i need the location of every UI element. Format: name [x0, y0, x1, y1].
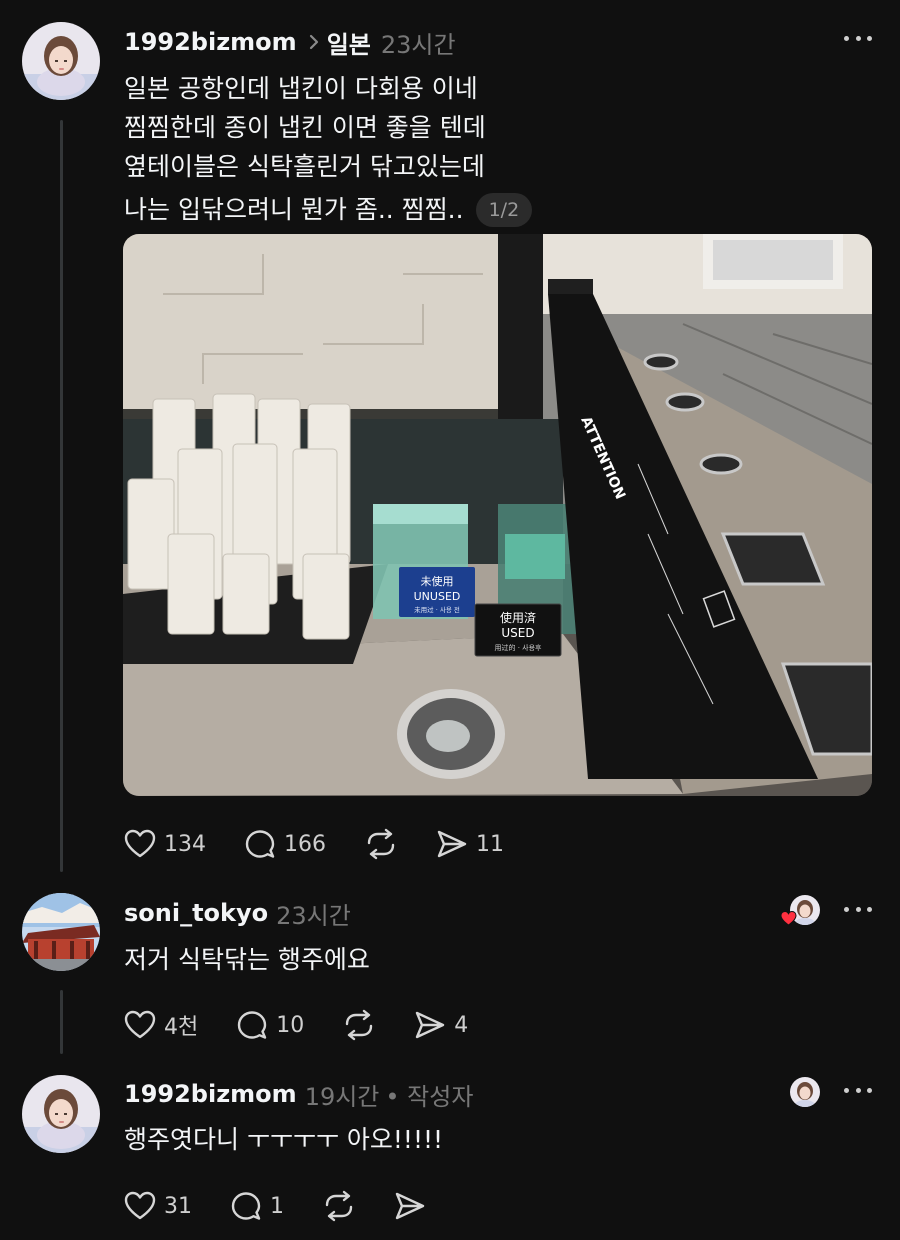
heart-badge-icon	[780, 910, 797, 927]
post-line: 찜찜한데 종이 냅킨 이면 좋을 텐데	[124, 113, 486, 142]
more-options-icon[interactable]	[844, 1085, 872, 1095]
reply-text: 저거 식탁닦는 행주에요	[124, 945, 370, 974]
like-button[interactable]: 134	[124, 829, 206, 859]
repost-button[interactable]	[342, 1009, 376, 1041]
author-tag: • 작성자	[385, 1082, 474, 1111]
topic-tag[interactable]: 일본	[327, 25, 371, 60]
more-options-icon[interactable]	[844, 33, 872, 43]
reply-header: soni_tokyo 23시간	[124, 893, 351, 933]
send-icon	[414, 1010, 446, 1040]
avatar[interactable]	[22, 22, 100, 100]
like-count: 134	[164, 831, 206, 857]
timestamp: 23시간	[380, 30, 456, 59]
comment-bubble-icon	[230, 1190, 262, 1222]
heart-icon	[124, 829, 156, 859]
chevron-right-icon	[307, 33, 321, 51]
used-sign-jp: 使用済	[500, 610, 536, 625]
avatar[interactable]	[22, 893, 100, 971]
post-header: 1992bizmom 일본 23시간	[124, 22, 456, 62]
avatar[interactable]	[22, 1075, 100, 1153]
reply-header: 1992bizmom 19시간 • 작성자	[124, 1074, 473, 1114]
reply-actions: 4천 10 4	[124, 1005, 506, 1045]
used-sign-en: USED	[501, 626, 534, 640]
send-icon	[436, 829, 468, 859]
share-button[interactable]: 4	[414, 1010, 468, 1040]
share-count: 4	[454, 1012, 469, 1038]
unused-sign-en: UNUSED	[414, 590, 461, 603]
repost-icon	[364, 828, 398, 860]
comment-count: 1	[270, 1193, 284, 1219]
comment-bubble-icon	[236, 1009, 268, 1041]
comment-button[interactable]: 1	[230, 1190, 284, 1222]
comment-count: 166	[284, 831, 326, 857]
comment-button[interactable]: 10	[236, 1009, 304, 1041]
more-options-icon[interactable]	[844, 904, 872, 914]
repost-icon	[322, 1190, 356, 1222]
username[interactable]: 1992bizmom	[124, 28, 297, 56]
share-count: 11	[476, 831, 504, 857]
thread-line	[60, 990, 63, 1054]
share-button[interactable]	[394, 1191, 426, 1221]
like-count: 4천	[164, 1015, 199, 1040]
used-sign-sub: 用过的 · 사용후	[495, 643, 543, 652]
repost-button[interactable]	[364, 828, 398, 860]
repost-icon	[342, 1009, 376, 1041]
post-line: 나는 입닦으려니 뭔가 좀.. 찜찜..	[124, 195, 464, 224]
reply-actions: 31 1	[124, 1186, 464, 1226]
send-icon	[394, 1191, 426, 1221]
heart-icon	[124, 1191, 156, 1221]
reply-text: 행주엿다니 ㅜㅜㅜㅜ 아오!!!!!	[124, 1125, 444, 1154]
thread-line	[60, 120, 63, 872]
timestamp: 19시간	[304, 1082, 380, 1111]
post-actions: 134 166 11	[124, 824, 542, 864]
comment-count: 10	[276, 1012, 305, 1038]
author-like-avatar	[790, 1077, 820, 1107]
username[interactable]: 1992bizmom	[124, 1080, 297, 1108]
post-photo[interactable]: 未使用 UNUSED 未用过 · 사용 전 使用済 USED 用过的 · 사용후…	[123, 234, 872, 796]
post-line-last: 나는 입닦으려니 뭔가 좀.. 찜찜.. 1/2	[124, 190, 533, 229]
page-indicator: 1/2	[475, 193, 533, 227]
post-line: 옆테이블은 식탁흘린거 닦고있는데	[124, 152, 485, 181]
timestamp: 23시간	[276, 901, 351, 930]
unused-sign-jp: 未使用	[421, 575, 454, 588]
like-button[interactable]: 4천	[124, 1009, 198, 1041]
username[interactable]: soni_tokyo	[124, 899, 268, 927]
repost-button[interactable]	[322, 1190, 356, 1222]
comment-bubble-icon	[244, 828, 276, 860]
comment-button[interactable]: 166	[244, 828, 326, 860]
share-button[interactable]: 11	[436, 829, 504, 859]
post-text: 일본 공항인데 냅킨이 다회용 이네 찜찜한데 종이 냅킨 이면 좋을 텐데 옆…	[124, 69, 533, 229]
like-button[interactable]: 31	[124, 1191, 192, 1221]
heart-icon	[124, 1010, 156, 1040]
like-count: 31	[164, 1193, 192, 1219]
unused-sign-sub: 未用过 · 사용 전	[414, 605, 460, 614]
post-line: 일본 공항인데 냅킨이 다회용 이네	[124, 74, 478, 103]
